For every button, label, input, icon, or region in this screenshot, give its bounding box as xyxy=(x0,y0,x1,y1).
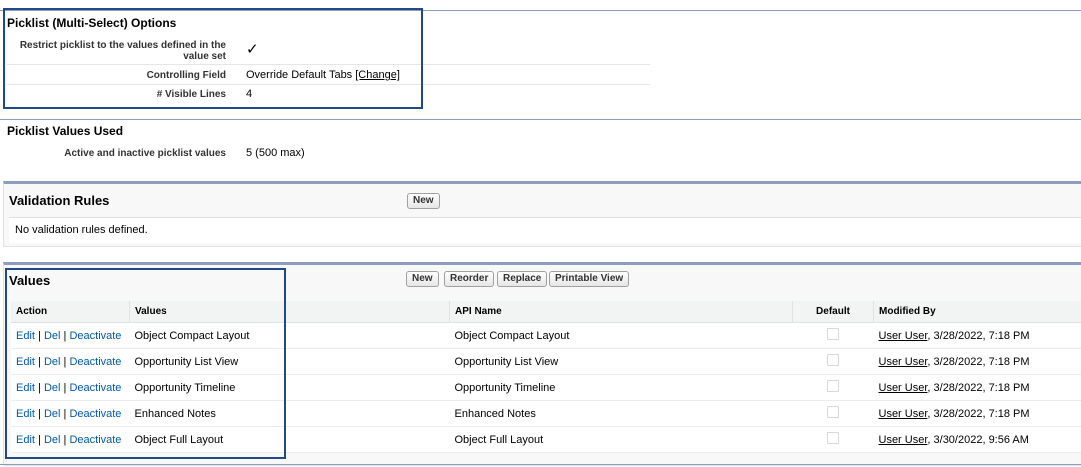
default-checkbox xyxy=(827,432,839,444)
modified-by-cell: User User, 3/28/2022, 7:18 PM xyxy=(873,322,1081,349)
modified-by-cell: User User, 3/28/2022, 7:18 PM xyxy=(873,400,1081,427)
modified-date: , 3/28/2022, 7:18 PM xyxy=(927,407,1030,420)
modified-date: , 3/28/2022, 7:18 PM xyxy=(927,355,1030,368)
highlight-box-options xyxy=(3,8,423,109)
api-name-cell: Object Full Layout xyxy=(449,426,793,453)
modified-by-user-link[interactable]: User User xyxy=(879,434,928,446)
highlight-box-values xyxy=(5,268,286,459)
printable-view-button[interactable]: Printable View xyxy=(549,271,630,287)
default-cell xyxy=(792,400,874,427)
column-header-default: Default xyxy=(792,301,874,323)
validation-rules-panel: Validation Rules New No validation rules… xyxy=(3,181,1081,247)
api-name-cell: Opportunity Timeline xyxy=(449,374,793,401)
default-checkbox xyxy=(827,354,839,366)
validation-rules-title: Validation Rules xyxy=(9,193,110,208)
modified-by-cell: User User, 3/28/2022, 7:18 PM xyxy=(873,374,1081,401)
default-cell xyxy=(792,348,874,375)
modified-date: , 3/28/2022, 7:18 PM xyxy=(927,381,1030,394)
column-header-api-name: API Name xyxy=(449,301,793,323)
reorder-button[interactable]: Reorder xyxy=(444,271,495,287)
default-cell xyxy=(792,426,874,453)
default-checkbox xyxy=(827,328,839,340)
api-name-cell: Object Compact Layout xyxy=(449,322,793,349)
no-validation-rules-text: No validation rules defined. xyxy=(15,224,148,236)
picklist-values-used-title: Picklist Values Used xyxy=(7,124,124,138)
default-checkbox xyxy=(827,380,839,392)
replace-button[interactable]: Replace xyxy=(497,271,548,287)
api-name-cell: Enhanced Notes xyxy=(449,400,793,427)
section-divider xyxy=(0,464,1081,465)
modified-by-cell: User User, 3/30/2022, 9:56 AM xyxy=(873,426,1081,453)
modified-by-user-link[interactable]: User User xyxy=(879,408,928,420)
api-name-cell: Opportunity List View xyxy=(449,348,793,375)
default-checkbox xyxy=(827,406,839,418)
modified-by-cell: User User, 3/28/2022, 7:18 PM xyxy=(873,348,1081,375)
modified-by-user-link[interactable]: User User xyxy=(879,382,928,394)
default-cell xyxy=(792,322,874,349)
default-cell xyxy=(792,374,874,401)
new-value-button[interactable]: New xyxy=(406,271,439,287)
new-validation-rule-button[interactable]: New xyxy=(407,193,440,209)
modified-date: , 3/28/2022, 7:18 PM xyxy=(927,329,1030,342)
modified-by-user-link[interactable]: User User xyxy=(879,356,928,368)
modified-date: , 3/30/2022, 9:56 AM xyxy=(927,433,1029,446)
column-header-modified-by: Modified By xyxy=(873,301,1081,323)
active-values-label: Active and inactive picklist values xyxy=(64,148,226,159)
section-divider xyxy=(0,119,1081,120)
modified-by-user-link[interactable]: User User xyxy=(879,330,928,342)
active-values-count: 5 (500 max) xyxy=(246,147,305,159)
